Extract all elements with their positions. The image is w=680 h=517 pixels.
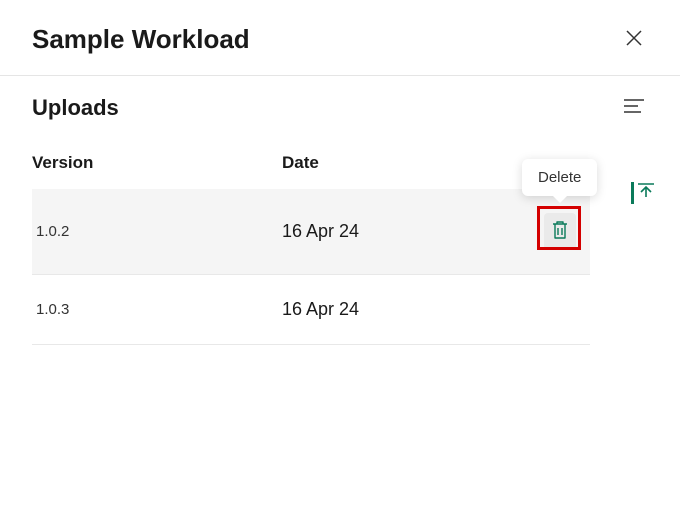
header: Sample Workload bbox=[0, 0, 680, 76]
uploads-table: Version Date 1.0.2 16 Apr 24 Delete 1.0.… bbox=[0, 131, 680, 345]
cell-date: 16 Apr 24 bbox=[282, 299, 530, 320]
column-header-version[interactable]: Version bbox=[32, 153, 282, 173]
cell-date: 16 Apr 24 bbox=[282, 221, 530, 242]
table-row[interactable]: 1.0.3 16 Apr 24 bbox=[32, 275, 590, 345]
section-header: Uploads bbox=[0, 76, 680, 131]
delete-tooltip: Delete bbox=[522, 159, 597, 196]
cell-version: 1.0.3 bbox=[32, 301, 282, 318]
trash-icon bbox=[551, 220, 569, 243]
sort-bar-icon bbox=[631, 182, 634, 204]
menu-icon bbox=[624, 102, 644, 117]
menu-button[interactable] bbox=[620, 94, 648, 121]
column-header-date[interactable]: Date bbox=[282, 153, 530, 173]
close-icon bbox=[624, 36, 644, 51]
delete-button[interactable] bbox=[544, 213, 576, 250]
cell-version: 1.0.2 bbox=[32, 223, 282, 240]
page-title: Sample Workload bbox=[32, 24, 250, 55]
cell-action: Delete bbox=[530, 213, 590, 250]
section-title: Uploads bbox=[32, 95, 119, 121]
sort-arrow-icon bbox=[636, 180, 656, 205]
close-button[interactable] bbox=[620, 24, 648, 55]
sort-indicator[interactable] bbox=[631, 180, 656, 205]
table-header-row: Version Date bbox=[32, 131, 590, 189]
table-row[interactable]: 1.0.2 16 Apr 24 Delete bbox=[32, 189, 590, 275]
